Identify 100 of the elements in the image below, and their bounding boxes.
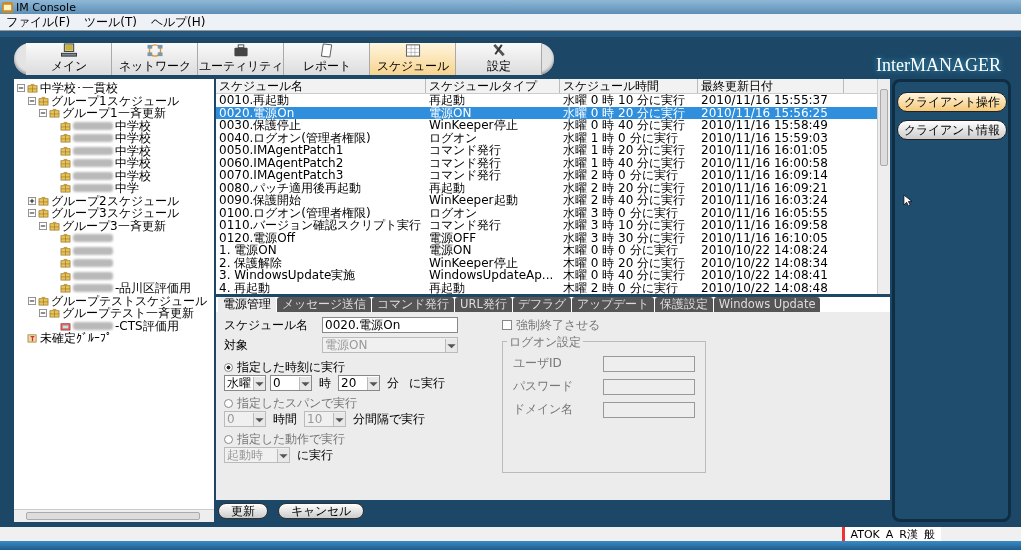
table-row[interactable]: 0040.ログオン(管理者権限) ログオン 水曜 1 時 0 分に実行 2010/11/16 15:59:03 bbox=[216, 131, 877, 144]
tree-item[interactable]: グループテストスケジュール bbox=[51, 294, 207, 307]
tree-item[interactable]: グループ2スケジュール bbox=[51, 194, 179, 207]
table-cell-text: 水曜 2 時 0 分に実行 bbox=[562, 169, 678, 182]
schedule-name-field[interactable]: 0020.電源On bbox=[322, 317, 458, 333]
ime-button[interactable]: A bbox=[885, 527, 894, 541]
menu-item[interactable]: ヘルプ(H) bbox=[150, 13, 206, 31]
collapse-toggle[interactable] bbox=[28, 96, 36, 105]
dropdown[interactable]: 0 bbox=[270, 375, 312, 391]
radio-button[interactable] bbox=[224, 434, 233, 444]
table-cell-text: 2010/10/22 14:08:24 bbox=[700, 244, 829, 257]
toolbar-tab[interactable]: 設定 bbox=[456, 43, 542, 75]
table-cell-text: 水曜 1 時 40 分に実行 bbox=[562, 156, 687, 169]
tree-item[interactable]: グループ1一斉更新 bbox=[62, 107, 166, 120]
table-cell-text: 2010/11/16 15:55:37 bbox=[700, 94, 829, 107]
ime-button[interactable]: ATOK bbox=[850, 527, 880, 541]
tab[interactable]: 電源管理 bbox=[218, 297, 276, 312]
tree-item[interactable]: 中学 bbox=[115, 182, 139, 195]
collapse-toggle[interactable] bbox=[17, 84, 25, 93]
table-row[interactable]: 0030.保護停止 WinKeeper停止 水曜 0 時 40 分に実行 2010/11/16 15:58:49 bbox=[216, 119, 877, 132]
table-cell-text: 0090.保護開始 bbox=[218, 194, 302, 207]
table-row[interactable]: 0050.IMAgentPatch1 コマンド発行 水曜 1 時 20 分に実行 2010/11/16 16:01:05 bbox=[216, 144, 877, 157]
menu-item[interactable]: ファイル(F) bbox=[6, 13, 71, 31]
table-cell-text: 0060.IMAgentPatch2 bbox=[218, 156, 345, 169]
radio-label[interactable]: 指定した動作で実行 bbox=[237, 430, 345, 448]
table-row[interactable]: 0120.電源Off 電源OFF 水曜 3 時 30 分に実行 2010/11/16 16:10:05 bbox=[216, 231, 877, 244]
tab[interactable]: コマンド発行 bbox=[372, 297, 454, 312]
tab[interactable]: アップデート bbox=[571, 297, 654, 312]
column-header[interactable]: スケジュール時間 bbox=[560, 79, 698, 93]
column-header[interactable]: スケジュール名 bbox=[216, 79, 426, 93]
tree-item[interactable]: 中学校･一貫校 bbox=[40, 82, 118, 95]
tree-item[interactable]: 中学校 bbox=[115, 132, 151, 145]
tree-item[interactable]: グループ1スケジュール bbox=[51, 94, 179, 107]
toolbar-tab[interactable]: レポート bbox=[284, 43, 370, 75]
input-field[interactable] bbox=[603, 378, 695, 395]
group-icon bbox=[49, 220, 60, 231]
table-row[interactable]: 0100.ログオン(管理者権限) ログオン 水曜 3 時 0 分に実行 2010/11/16 16:05:55 bbox=[216, 206, 877, 219]
tree-item[interactable]: -CTS評価用 bbox=[115, 319, 179, 332]
tree-item[interactable]: -品川区評価用 bbox=[115, 282, 192, 295]
ime-button[interactable]: R漢 bbox=[899, 526, 918, 542]
action-button[interactable]: キャンセル bbox=[278, 503, 364, 519]
tab[interactable]: メッセージ送信 bbox=[277, 297, 371, 312]
tab[interactable]: デフラグ bbox=[512, 297, 571, 312]
window-title: IM Console bbox=[16, 0, 76, 14]
column-header[interactable]: 最終更新日付 bbox=[698, 79, 844, 93]
group-icon bbox=[60, 233, 71, 244]
tree-item[interactable]: グループ3スケジュール bbox=[51, 207, 179, 220]
collapse-toggle[interactable] bbox=[39, 109, 47, 118]
group-icon bbox=[60, 258, 71, 269]
table-row[interactable]: 1. 電源ON 電源ON 木曜 0 時 0 分に実行 2010/10/22 14:08:24 bbox=[216, 244, 877, 257]
tab[interactable]: URL発行 bbox=[455, 297, 512, 312]
horizontal-scrollbar[interactable] bbox=[14, 509, 214, 522]
input-field[interactable] bbox=[603, 401, 695, 418]
table-cell-text: 2010/11/16 16:10:05 bbox=[700, 231, 829, 244]
action-button[interactable]: 更新 bbox=[218, 503, 268, 519]
collapse-toggle[interactable] bbox=[28, 296, 36, 305]
tab[interactable]: 保護設定 bbox=[654, 297, 713, 312]
table-cell-text: 再起動 bbox=[428, 94, 466, 107]
toolbar-tab[interactable]: ネットワーク bbox=[112, 43, 198, 75]
dropdown[interactable]: 水曜 bbox=[224, 375, 266, 391]
radio-label[interactable]: 指定したスパンで実行 bbox=[237, 394, 357, 412]
table-row[interactable]: 0070.IMAgentPatch3 コマンド発行 水曜 2 時 0 分に実行 2010/11/16 16:09:14 bbox=[216, 169, 877, 182]
checkbox[interactable] bbox=[502, 320, 512, 330]
table-row[interactable]: 0110.バージョン確認スクリプト実行 コマンド発行 水曜 3 時 10 分に実行 2010/11/16 16:09:58 bbox=[216, 219, 877, 232]
radio-button[interactable] bbox=[224, 362, 233, 372]
tree-item[interactable]: 中学校 bbox=[115, 157, 151, 170]
toolbar-tab[interactable]: ユーティリティ bbox=[198, 43, 284, 75]
radio-label[interactable]: 指定した時刻に実行 bbox=[237, 358, 345, 376]
collapse-toggle[interactable] bbox=[28, 209, 36, 218]
tree-item[interactable]: グループ3一斉更新 bbox=[62, 219, 166, 232]
toolbar-tab[interactable]: スケジュール bbox=[370, 43, 456, 75]
column-header[interactable]: スケジュールタイプ bbox=[426, 79, 560, 93]
table-row[interactable]: 3. WindowsUpdate実施 WindowsUpdateAp... 木曜 0 時 40 分に実行 2010/10/22 14:08:41 bbox=[216, 269, 877, 282]
expand-toggle[interactable] bbox=[28, 196, 36, 205]
side-button[interactable]: クライアント情報 bbox=[896, 120, 1007, 140]
table-row[interactable]: 0080.パッチ適用後再起動 再起動 水曜 2 時 20 分に実行 2010/11/16 16:09:21 bbox=[216, 181, 877, 194]
radio-button[interactable] bbox=[224, 398, 233, 408]
tree-item[interactable]: 未確定ｸﾞﾙｰﾌﾟ bbox=[40, 332, 112, 345]
table-row[interactable]: 2. 保護解除 WinKeeper停止 木曜 0 時 20 分に実行 2010/10/22 14:08:34 bbox=[216, 256, 877, 269]
tree-item[interactable]: 中学校 bbox=[115, 144, 151, 157]
tree-item[interactable]: 中学校 bbox=[115, 169, 151, 182]
menu-item[interactable]: ツール(T) bbox=[84, 13, 137, 31]
tree-item[interactable]: 中学校 bbox=[115, 119, 151, 132]
table-row[interactable]: 4. 再起動 再起動 木曜 2 時 0 分に実行 2010/10/22 14:08:48 bbox=[216, 281, 877, 294]
table-row[interactable]: 0090.保護開始 WinKeeper起動 水曜 2 時 40 分に実行 2010/11/16 16:03:24 bbox=[216, 194, 877, 207]
toolbar-tab[interactable]: メイン bbox=[26, 43, 112, 75]
checkbox-label[interactable]: 強制終了させる bbox=[516, 316, 600, 334]
tree-item[interactable]: グループテスト一斉更新 bbox=[62, 307, 194, 320]
input-field[interactable] bbox=[603, 355, 695, 372]
tab[interactable]: Windows Update bbox=[713, 297, 821, 312]
side-button[interactable]: クライアント操作 bbox=[896, 92, 1007, 112]
table-cell-text: 木曜 2 時 0 分に実行 bbox=[562, 281, 678, 294]
vertical-scrollbar[interactable] bbox=[877, 79, 890, 294]
table-row[interactable]: 0060.IMAgentPatch2 コマンド発行 水曜 1 時 40 分に実行 2010/11/16 16:00:58 bbox=[216, 156, 877, 169]
collapse-toggle[interactable] bbox=[39, 309, 47, 318]
table-row[interactable]: 0010.再起動 再起動 水曜 0 時 10 分に実行 2010/11/16 15:55:37 bbox=[216, 94, 877, 107]
ime-button[interactable]: 般 bbox=[924, 526, 935, 542]
collapse-toggle[interactable] bbox=[39, 221, 47, 230]
table-cell-text: 2010/11/16 16:00:58 bbox=[700, 156, 829, 169]
dropdown[interactable]: 20 bbox=[338, 375, 380, 391]
